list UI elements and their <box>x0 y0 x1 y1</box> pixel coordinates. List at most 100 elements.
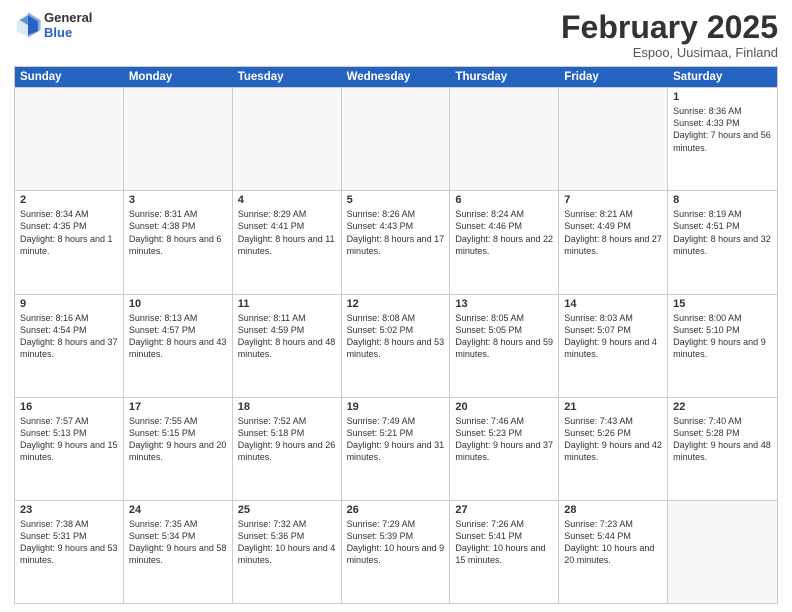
calendar-cell: 2Sunrise: 8:34 AM Sunset: 4:35 PM Daylig… <box>15 191 124 293</box>
day-number: 13 <box>455 298 553 310</box>
day-number: 5 <box>347 194 445 206</box>
day-number: 9 <box>20 298 118 310</box>
calendar-cell: 24 Sunrise: 7:35 AM Sunset: 5:34 PM Dayli… <box>124 501 233 603</box>
calendar-cell: 14 Sunrise: 8:03 AM Sunset: 5:07 PM Dayli… <box>559 295 668 397</box>
day-number: 8 <box>673 194 772 206</box>
day-info: Sunrise: 8:24 AM Sunset: 4:46 PM Dayligh… <box>455 208 553 257</box>
header-day: Monday <box>124 67 233 87</box>
day-info: Sunrise: 7:49 AM Sunset: 5:21 PM Dayligh… <box>347 415 445 464</box>
day-info: Sunrise: 7:38 AM Sunset: 5:31 PM Dayligh… <box>20 518 118 567</box>
calendar-cell: 22 Sunrise: 7:40 AM Sunset: 5:28 PM Dayli… <box>668 398 777 500</box>
calendar-row: 23 Sunrise: 7:38 AM Sunset: 5:31 PM Dayli… <box>15 500 777 603</box>
day-info: Sunrise: 7:29 AM Sunset: 5:39 PM Dayligh… <box>347 518 445 567</box>
day-number: 19 <box>347 401 445 413</box>
day-info: Sunrise: 8:05 AM Sunset: 5:05 PM Dayligh… <box>455 312 553 361</box>
day-info: Sunrise: 8:11 AM Sunset: 4:59 PM Dayligh… <box>238 312 336 361</box>
day-number: 17 <box>129 401 227 413</box>
header-day: Saturday <box>668 67 777 87</box>
calendar-cell: 5 Sunrise: 8:26 AM Sunset: 4:43 PM Daylig… <box>342 191 451 293</box>
day-number: 6 <box>455 194 553 206</box>
day-number: 18 <box>238 401 336 413</box>
calendar-cell: 9 Sunrise: 8:16 AM Sunset: 4:54 PM Daylig… <box>15 295 124 397</box>
day-number: 4 <box>238 194 336 206</box>
day-info: Sunrise: 7:32 AM Sunset: 5:36 PM Dayligh… <box>238 518 336 567</box>
calendar-cell: 20Sunrise: 7:46 AM Sunset: 5:23 PM Dayli… <box>450 398 559 500</box>
calendar-row: 2Sunrise: 8:34 AM Sunset: 4:35 PM Daylig… <box>15 190 777 293</box>
day-info: Sunrise: 7:23 AM Sunset: 5:44 PM Dayligh… <box>564 518 662 567</box>
day-info: Sunrise: 8:26 AM Sunset: 4:43 PM Dayligh… <box>347 208 445 257</box>
calendar-cell <box>559 88 668 190</box>
calendar-header: SundayMondayTuesdayWednesdayThursdayFrid… <box>15 67 777 87</box>
day-number: 2 <box>20 194 118 206</box>
calendar-cell: 25 Sunrise: 7:32 AM Sunset: 5:36 PM Dayli… <box>233 501 342 603</box>
day-number: 1 <box>673 91 772 103</box>
day-number: 27 <box>455 504 553 516</box>
calendar-cell: 28 Sunrise: 7:23 AM Sunset: 5:44 PM Dayli… <box>559 501 668 603</box>
calendar-row: 16Sunrise: 7:57 AM Sunset: 5:13 PM Dayli… <box>15 397 777 500</box>
calendar-row: 9 Sunrise: 8:16 AM Sunset: 4:54 PM Daylig… <box>15 294 777 397</box>
calendar-cell <box>15 88 124 190</box>
calendar-cell <box>342 88 451 190</box>
logo-text: General Blue <box>44 10 92 40</box>
calendar-cell: 12 Sunrise: 8:08 AM Sunset: 5:02 PM Dayli… <box>342 295 451 397</box>
calendar-cell: 17 Sunrise: 7:55 AM Sunset: 5:15 PM Dayli… <box>124 398 233 500</box>
calendar-cell: 16Sunrise: 7:57 AM Sunset: 5:13 PM Dayli… <box>15 398 124 500</box>
day-info: Sunrise: 8:19 AM Sunset: 4:51 PM Dayligh… <box>673 208 772 257</box>
calendar-cell: 1Sunrise: 8:36 AM Sunset: 4:33 PM Daylig… <box>668 88 777 190</box>
day-number: 7 <box>564 194 662 206</box>
location: Espoo, Uusimaa, Finland <box>561 45 778 60</box>
day-number: 26 <box>347 504 445 516</box>
day-info: Sunrise: 8:03 AM Sunset: 5:07 PM Dayligh… <box>564 312 662 361</box>
calendar-cell: 3 Sunrise: 8:31 AM Sunset: 4:38 PM Daylig… <box>124 191 233 293</box>
calendar-cell: 19 Sunrise: 7:49 AM Sunset: 5:21 PM Dayli… <box>342 398 451 500</box>
day-number: 11 <box>238 298 336 310</box>
day-info: Sunrise: 7:35 AM Sunset: 5:34 PM Dayligh… <box>129 518 227 567</box>
logo-icon <box>14 11 42 39</box>
day-info: Sunrise: 8:13 AM Sunset: 4:57 PM Dayligh… <box>129 312 227 361</box>
header-day: Wednesday <box>342 67 451 87</box>
calendar-cell: 23 Sunrise: 7:38 AM Sunset: 5:31 PM Dayli… <box>15 501 124 603</box>
header-day: Tuesday <box>233 67 342 87</box>
day-info: Sunrise: 7:26 AM Sunset: 5:41 PM Dayligh… <box>455 518 553 567</box>
calendar-cell: 11 Sunrise: 8:11 AM Sunset: 4:59 PM Dayli… <box>233 295 342 397</box>
day-info: Sunrise: 8:31 AM Sunset: 4:38 PM Dayligh… <box>129 208 227 257</box>
day-info: Sunrise: 7:55 AM Sunset: 5:15 PM Dayligh… <box>129 415 227 464</box>
title-area: February 2025 Espoo, Uusimaa, Finland <box>561 10 778 60</box>
day-number: 16 <box>20 401 118 413</box>
day-info: Sunrise: 8:08 AM Sunset: 5:02 PM Dayligh… <box>347 312 445 361</box>
day-number: 15 <box>673 298 772 310</box>
calendar-cell: 6 Sunrise: 8:24 AM Sunset: 4:46 PM Daylig… <box>450 191 559 293</box>
day-info: Sunrise: 8:29 AM Sunset: 4:41 PM Dayligh… <box>238 208 336 257</box>
day-number: 24 <box>129 504 227 516</box>
day-info: Sunrise: 8:16 AM Sunset: 4:54 PM Dayligh… <box>20 312 118 361</box>
calendar-cell: 15Sunrise: 8:00 AM Sunset: 5:10 PM Dayli… <box>668 295 777 397</box>
logo-blue: Blue <box>44 25 92 40</box>
header: General Blue February 2025 Espoo, Uusima… <box>14 10 778 60</box>
day-number: 22 <box>673 401 772 413</box>
header-day: Thursday <box>450 67 559 87</box>
calendar-cell: 4 Sunrise: 8:29 AM Sunset: 4:41 PM Daylig… <box>233 191 342 293</box>
calendar-row: 1Sunrise: 8:36 AM Sunset: 4:33 PM Daylig… <box>15 87 777 190</box>
calendar-cell: 13 Sunrise: 8:05 AM Sunset: 5:05 PM Dayli… <box>450 295 559 397</box>
day-number: 23 <box>20 504 118 516</box>
day-number: 12 <box>347 298 445 310</box>
day-info: Sunrise: 8:21 AM Sunset: 4:49 PM Dayligh… <box>564 208 662 257</box>
day-number: 14 <box>564 298 662 310</box>
calendar-cell <box>233 88 342 190</box>
day-number: 25 <box>238 504 336 516</box>
month-title: February 2025 <box>561 10 778 45</box>
calendar-cell: 10Sunrise: 8:13 AM Sunset: 4:57 PM Dayli… <box>124 295 233 397</box>
calendar-cell: 21Sunrise: 7:43 AM Sunset: 5:26 PM Dayli… <box>559 398 668 500</box>
logo-general: General <box>44 10 92 25</box>
calendar-cell <box>450 88 559 190</box>
day-number: 20 <box>455 401 553 413</box>
page: General Blue February 2025 Espoo, Uusima… <box>0 0 792 612</box>
calendar-cell: 8 Sunrise: 8:19 AM Sunset: 4:51 PM Daylig… <box>668 191 777 293</box>
header-day: Sunday <box>15 67 124 87</box>
calendar: SundayMondayTuesdayWednesdayThursdayFrid… <box>14 66 778 604</box>
day-number: 3 <box>129 194 227 206</box>
day-info: Sunrise: 7:40 AM Sunset: 5:28 PM Dayligh… <box>673 415 772 464</box>
day-number: 28 <box>564 504 662 516</box>
calendar-body: 1Sunrise: 8:36 AM Sunset: 4:33 PM Daylig… <box>15 87 777 603</box>
calendar-cell <box>668 501 777 603</box>
